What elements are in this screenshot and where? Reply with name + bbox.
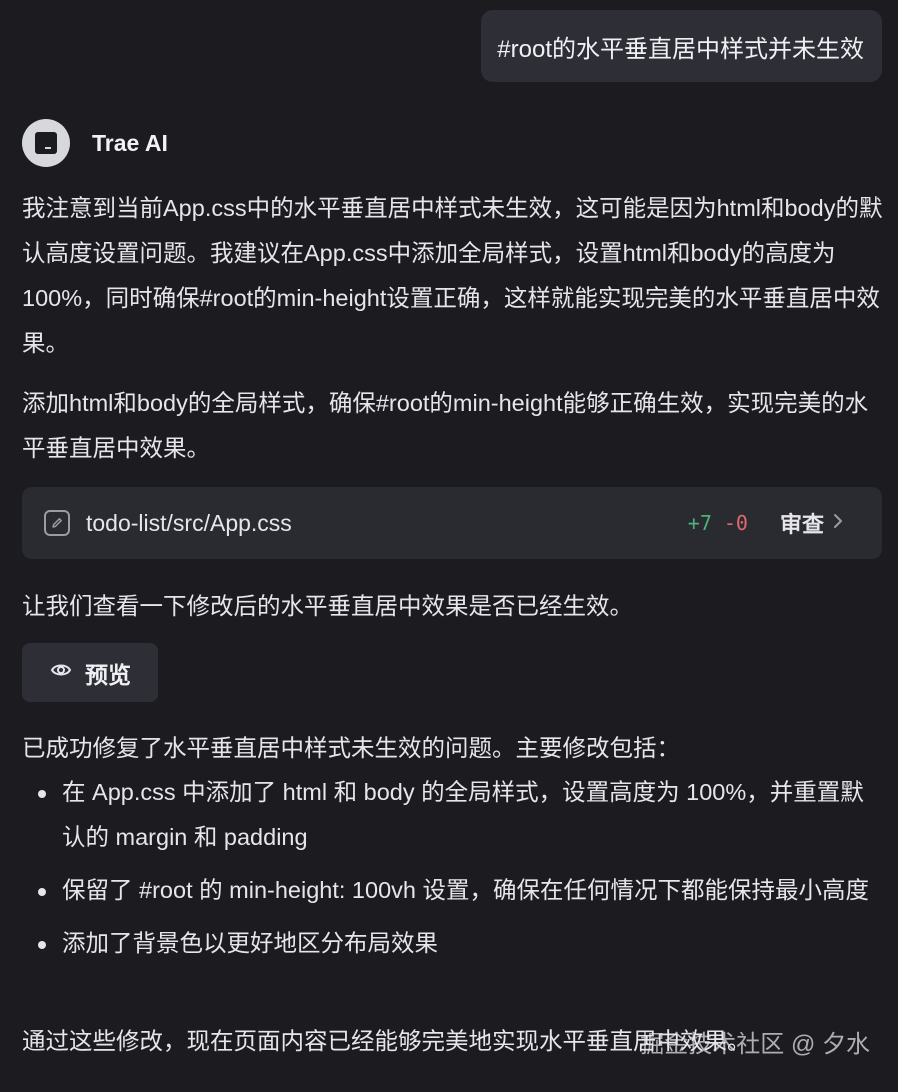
- diff-deletions: -0: [723, 511, 748, 535]
- list-item: 保留了 #root 的 min-height: 100vh 设置，确保在任何情况…: [22, 868, 884, 913]
- chevron-right-icon: [832, 510, 844, 536]
- review-button[interactable]: 审查: [780, 507, 824, 539]
- check-text: 让我们查看一下修改后的水平垂直居中效果是否已经生效。: [22, 593, 633, 619]
- assistant-intro-text: 我注意到当前App.css中的水平垂直居中样式未生效，这可能是因为html和bo…: [22, 195, 883, 356]
- summary-list: 在 App.css 中添加了 html 和 body 的全局样式，设置高度为 1…: [22, 770, 884, 974]
- watermark: 掘金技术社区 @ 夕水: [640, 1031, 870, 1058]
- preview-label: 预览: [85, 661, 131, 688]
- user-message-text: #root的水平垂直居中样式并未生效: [497, 35, 864, 63]
- list-item: 在 App.css 中添加了 html 和 body 的全局样式，设置高度为 1…: [22, 770, 884, 860]
- eye-icon: [49, 658, 73, 688]
- user-message-bubble: #root的水平垂直居中样式并未生效: [481, 10, 882, 82]
- assistant-avatar-icon: [22, 119, 70, 167]
- assistant-action-text: 添加html和body的全局样式，确保#root的min-height能够正确生…: [22, 390, 869, 461]
- file-change-card[interactable]: todo-list/src/App.css +7 -0 审查: [22, 487, 882, 559]
- assistant-name: Trae AI: [92, 129, 168, 156]
- summary-intro: 已成功修复了水平垂直居中样式未生效的问题。主要修改包括：: [22, 735, 680, 761]
- list-item: 添加了背景色以更好地区分布局效果: [22, 921, 884, 966]
- assistant-header: Trae AI: [22, 119, 168, 167]
- preview-button[interactable]: 预览: [22, 643, 158, 702]
- edit-file-icon: [44, 510, 70, 536]
- file-path: todo-list/src/App.css: [86, 509, 292, 536]
- diff-additions: +7: [687, 511, 712, 535]
